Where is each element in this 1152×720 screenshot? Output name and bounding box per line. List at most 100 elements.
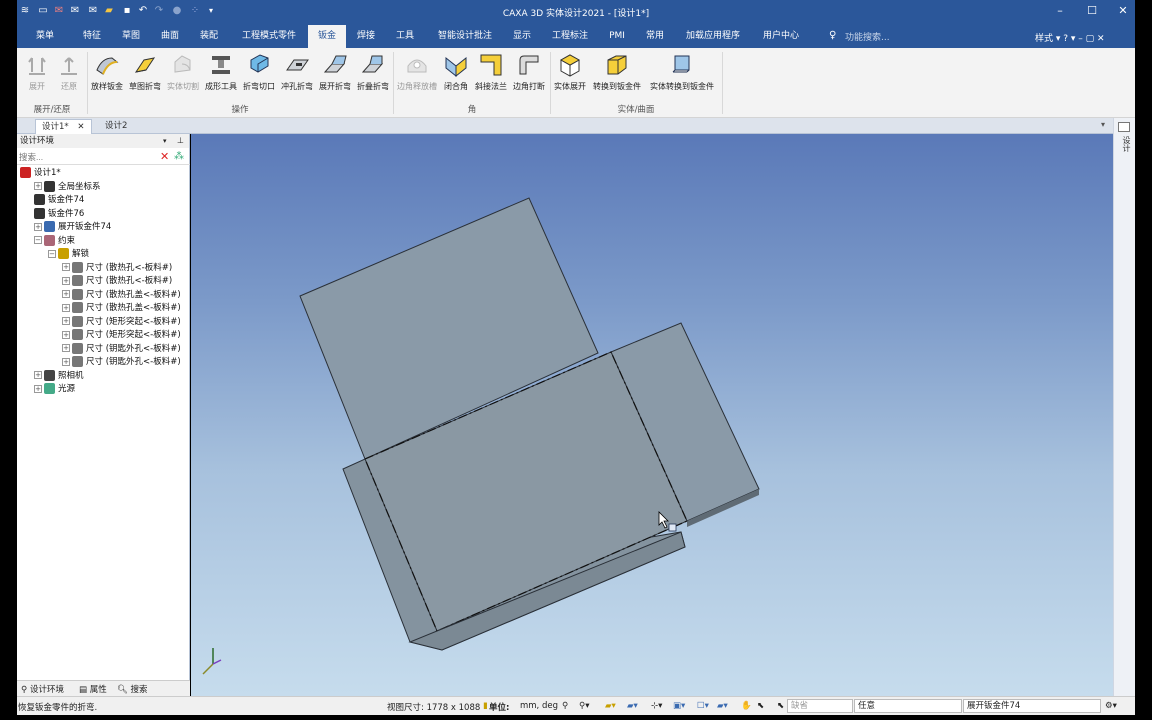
corner-relief-button[interactable]: 边角释放槽 [395,52,439,102]
style-menu[interactable]: 样式 ▾ ? ▾ – ▢ ✕ [1035,31,1105,44]
fold-bend-button[interactable]: 折叠折弯 [354,52,392,102]
tree-expander-icon[interactable]: + [62,263,70,271]
view-cube-icon[interactable]: ▰▾ [627,701,638,711]
tree-node[interactable]: + 全局坐标系 [34,180,101,194]
help-icon[interactable]: ? [1063,34,1068,44]
sketch-bend-button[interactable]: 草图折弯 [126,52,164,102]
tab-design-environment[interactable]: ⚲ 设计环境 [21,683,64,695]
tree-node[interactable]: + 展开钣金件74 [34,221,111,234]
tab-feature[interactable]: 特征 [72,25,112,48]
tree-node[interactable]: − 解锁 [48,248,89,261]
tab-user-center[interactable]: 用户中心 [753,25,809,48]
tree-node[interactable]: + 光源 [34,383,75,396]
clear-search-icon[interactable]: ✕ [160,150,169,163]
tab-surface[interactable]: 曲面 [151,25,189,48]
tab-tools[interactable]: 工具 [386,25,424,48]
tab-menu[interactable]: 菜单 [22,25,68,48]
solid-to-sheet-metal-button[interactable]: 实体转换到钣金件 [645,52,719,102]
solid-unfold-button[interactable]: 实体展开 [551,52,589,102]
tab-smart-annotation[interactable]: 智能设计批注 [425,25,505,48]
tree-node[interactable]: + 尺寸 (散热孔盖<-板料#) [62,288,181,302]
sheet-metal-model[interactable] [191,134,1113,696]
shade-mode-icon[interactable]: ▣▾ [673,701,685,711]
tree-node[interactable]: + 照相机 [34,369,84,383]
tree-node[interactable]: − 约束 [34,234,75,248]
pin-icon[interactable]: ⊥ [177,134,184,148]
minimize-button[interactable]: – [1051,3,1069,19]
orient-icon[interactable]: ⊹▾ [651,701,662,711]
tree-expander-icon[interactable]: + [62,330,70,339]
tree-expander-icon[interactable]: + [62,276,70,285]
tree-search-input[interactable] [17,150,157,164]
tab-engineering-part[interactable]: 工程模式零件 [231,25,307,48]
close-button[interactable]: ✕ [1114,3,1132,19]
cursor-mode-icon[interactable]: ⬉ [777,701,784,711]
tree-node[interactable]: + 尺寸 (散热孔盖<-板料#) [62,302,181,315]
tree-node[interactable]: 设计1* [20,167,61,180]
solid-cut-button[interactable]: 实体切割 [164,52,202,102]
zoom-icon[interactable]: ⚲ [562,701,568,711]
tree-node[interactable]: + 尺寸 (矩形突起<-板料#) [62,329,181,342]
tab-properties[interactable]: ▤ 属性 [79,683,107,695]
tree-node[interactable]: 钣金件76 [34,207,84,221]
panel-menu-icon[interactable]: ▾ [163,134,167,148]
3d-viewport[interactable] [191,134,1113,696]
bend-relief-button[interactable]: 折弯切口 [240,52,278,102]
doc-tab-design2[interactable]: 设计2 [99,119,133,134]
tab-sheet-metal[interactable]: 钣金 [308,25,346,48]
forming-tool-button[interactable]: 成形工具 [202,52,240,102]
display-mode-icon[interactable]: ▰▾ [717,701,728,711]
filter-icon[interactable]: ⁂ [174,150,184,163]
close-tab-icon[interactable]: ✕ [77,122,84,132]
design-side-tab[interactable]: 设计 [1119,136,1131,152]
tab-display[interactable]: 显示 [505,25,539,48]
tab-search[interactable]: 🔍︎ 搜索 [117,683,148,695]
default-combo[interactable]: 缺省 [787,699,853,713]
panel-toggle-icon[interactable] [1118,122,1130,132]
punch-bend-button[interactable]: 冲孔折弯 [278,52,316,102]
corner-break-button[interactable]: 边角打断 [509,52,549,102]
tree-expander-icon[interactable]: + [62,303,70,312]
tab-assembly[interactable]: 装配 [190,25,228,48]
convert-to-sheet-metal-button[interactable]: 转换到钣金件 [589,52,645,102]
tree-expander-icon[interactable]: + [34,384,42,393]
function-search[interactable]: 功能搜索... [845,30,890,43]
tab-common[interactable]: 常用 [637,25,673,48]
tree-expander-icon[interactable]: + [62,357,70,366]
tree-expander-icon[interactable]: − [34,236,42,244]
unit-value[interactable]: mm, deg [520,701,558,711]
tab-addins[interactable]: 加载应用程序 [677,25,749,48]
tab-welding[interactable]: 焊接 [347,25,385,48]
selection-filter-icon[interactable]: ▰▾ [605,701,616,711]
sheet-metal-status-icon[interactable]: ⚙▾ [1105,701,1117,711]
tree-expander-icon[interactable]: + [62,317,70,325]
pan-icon[interactable]: ✋ [741,701,752,711]
tab-list-dropdown-icon[interactable]: ▾ [1101,120,1105,129]
unfold-bend-button[interactable]: 展开折弯 [316,52,354,102]
render-icon[interactable]: ☐▾ [697,701,709,711]
tab-sketch[interactable]: 草图 [112,25,150,48]
tree-node[interactable]: + 尺寸 (散热孔<-板料#) [62,261,172,275]
tree-expander-icon[interactable]: + [34,182,42,190]
maximize-button[interactable]: ☐ [1083,3,1101,19]
close-corner-button[interactable]: 闭合角 [439,52,473,102]
tree-node[interactable]: + 尺寸 (矩形突起<-板料#) [62,315,181,329]
miter-flange-button[interactable]: 斜接法兰 [473,52,509,102]
select-icon[interactable]: ⬉ [757,701,764,711]
tree-node[interactable]: + 尺寸 (散热孔<-板料#) [62,275,172,288]
tree-node[interactable]: + 尺寸 (钥匙外孔<-板料#) [62,356,181,369]
zoom-dropdown-icon[interactable]: ⚲▾ [579,701,590,711]
loft-sheet-metal-button[interactable]: 放样钣金 [88,52,126,102]
tree-expander-icon[interactable]: + [62,290,70,298]
unfold-button[interactable]: 展开 [21,52,53,102]
tab-pmi[interactable]: PMI [602,25,632,48]
filter-combo[interactable]: 任意 [854,699,962,713]
tree-expander-icon[interactable]: − [48,249,56,258]
restore-button[interactable]: 还原 [53,52,85,102]
tree-node[interactable]: 钣金件74 [34,194,84,207]
tree-expander-icon[interactable]: + [34,371,42,379]
tree-expander-icon[interactable]: + [34,222,42,231]
doc-tab-design1[interactable]: 设计1* ✕ [35,119,92,134]
tree-node[interactable]: + 尺寸 (钥匙外孔<-板料#) [62,342,181,356]
part-combo[interactable]: 展开钣金件74 [963,699,1101,713]
